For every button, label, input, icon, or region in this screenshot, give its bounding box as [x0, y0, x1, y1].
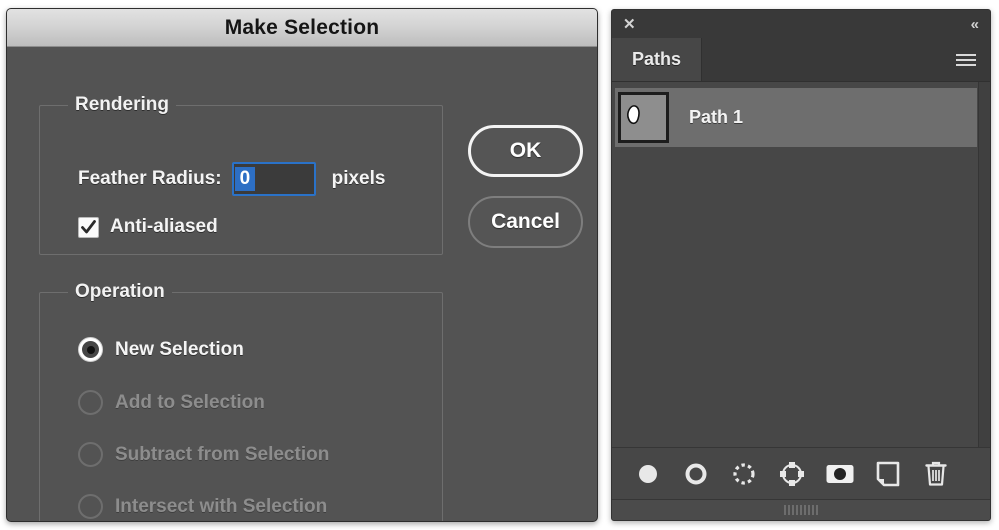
rendering-group-label: Rendering: [68, 94, 176, 116]
make-selection-dialog: Make Selection Rendering Feather Radius:…: [6, 8, 598, 522]
rendering-group: Rendering Feather Radius: 0 pixels Anti-…: [39, 94, 443, 255]
feather-radius-row: Feather Radius: 0 pixels: [78, 162, 385, 196]
mask-icon: [826, 464, 854, 483]
feather-radius-value: 0: [234, 167, 256, 191]
radio-label: Add to Selection: [115, 391, 265, 413]
operation-group: Operation New Selection Add to Selection…: [39, 281, 443, 521]
path-thumbnail: [618, 92, 669, 143]
path-name-label: Path 1: [689, 107, 744, 127]
stroke-path-button[interactable]: [672, 461, 720, 487]
anti-aliased-row[interactable]: Anti-aliased: [78, 216, 218, 238]
radio-new-selection[interactable]: New Selection: [78, 337, 244, 362]
fill-path-button[interactable]: [624, 461, 672, 487]
list-item[interactable]: Path 1: [615, 88, 977, 147]
radio-add-to-selection: Add to Selection: [78, 390, 265, 415]
tab-paths[interactable]: Paths: [612, 38, 703, 81]
radio-indicator-disabled: [78, 390, 103, 415]
make-work-path-button[interactable]: [768, 460, 816, 488]
radio-intersect-with-selection: Intersect with Selection: [78, 494, 327, 519]
load-path-as-selection-button[interactable]: [720, 461, 768, 487]
radio-subtract-from-selection: Subtract from Selection: [78, 442, 329, 467]
ok-button[interactable]: OK: [468, 125, 583, 177]
collapse-to-icons-icon[interactable]: «: [971, 17, 979, 32]
grip-lines-icon: [784, 505, 818, 515]
checkmark-icon: [81, 219, 96, 233]
create-new-path-button[interactable]: [864, 461, 912, 487]
panel-tabbar: Paths: [612, 38, 990, 82]
ring-circle-icon: [685, 463, 707, 484]
radio-indicator-disabled: [78, 494, 103, 519]
trash-icon: [925, 461, 947, 486]
radio-indicator-disabled: [78, 442, 103, 467]
hamburger-menu-icon: [956, 51, 976, 69]
path-anchors-icon: [780, 461, 804, 486]
panel-scrollbar[interactable]: [978, 82, 990, 467]
radio-indicator-selected: [78, 337, 103, 362]
close-icon[interactable]: ✕: [623, 17, 636, 32]
cancel-button[interactable]: Cancel: [468, 196, 583, 248]
path-shape-icon: [627, 105, 640, 125]
delete-path-button[interactable]: [912, 460, 960, 487]
screenshot-root: Make Selection Rendering Feather Radius:…: [0, 0, 999, 530]
dialog-titlebar: Make Selection: [7, 9, 597, 47]
panel-resize-grip[interactable]: [612, 499, 990, 520]
new-page-icon: [876, 461, 900, 486]
dialog-body: Rendering Feather Radius: 0 pixels Anti-…: [7, 47, 597, 521]
filled-circle-icon: [639, 464, 657, 483]
panel-menu-button[interactable]: [942, 38, 990, 81]
add-layer-mask-button[interactable]: [816, 462, 864, 486]
radio-label: Subtract from Selection: [115, 443, 330, 465]
feather-radius-input[interactable]: 0: [231, 162, 316, 196]
panel-topbar: ✕ «: [612, 10, 990, 38]
radio-label: Intersect with Selection: [115, 495, 328, 517]
dashed-circle-icon: [733, 462, 755, 485]
paths-panel: ✕ « Paths Path 1: [611, 9, 991, 521]
dialog-title: Make Selection: [224, 15, 380, 39]
radio-label: New Selection: [115, 338, 244, 360]
paths-list: Path 1: [612, 82, 990, 467]
feather-radius-label: Feather Radius:: [78, 168, 222, 189]
paths-panel-toolbar: [612, 447, 990, 499]
anti-aliased-checkbox[interactable]: [78, 216, 99, 238]
anti-aliased-label: Anti-aliased: [110, 216, 218, 237]
feather-units-label: pixels: [331, 168, 386, 189]
operation-group-label: Operation: [68, 281, 172, 303]
